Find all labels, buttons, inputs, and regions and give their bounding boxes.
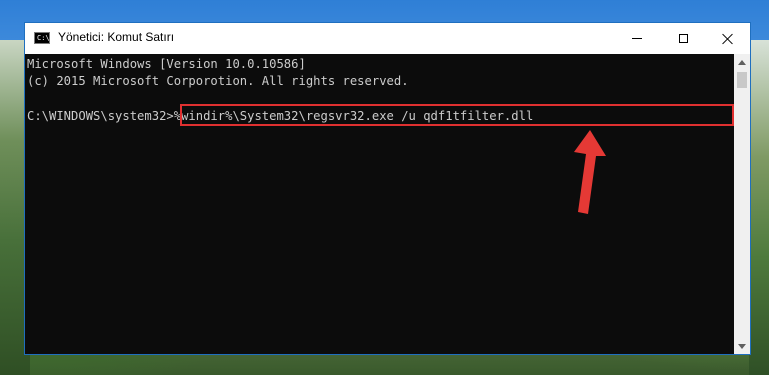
maximize-icon [678, 34, 688, 43]
console-line: (c) 2015 Microsoft Corporotion. All righ… [27, 74, 409, 88]
scroll-up-button[interactable] [734, 54, 750, 70]
command-highlight-box [180, 104, 734, 126]
scroll-down-button[interactable] [734, 338, 750, 354]
pointer-arrow-icon [574, 130, 606, 214]
cmd-icon-label: C:\ [37, 34, 50, 42]
vertical-scrollbar[interactable] [734, 54, 750, 354]
chevron-up-icon [738, 59, 746, 65]
console-output[interactable]: Microsoft Windows [Version 10.0.10586] (… [25, 54, 734, 354]
console-line: Microsoft Windows [Version 10.0.10586] [27, 57, 306, 71]
wallpaper-right [749, 40, 769, 375]
maximize-button[interactable] [660, 23, 706, 54]
close-icon [722, 33, 734, 45]
chevron-down-icon [738, 343, 746, 349]
minimize-button[interactable] [614, 23, 660, 54]
close-button[interactable] [705, 23, 751, 54]
scroll-thumb[interactable] [737, 72, 747, 88]
command-prompt-window: C:\ Yönetici: Komut Satırı Microsoft Win… [24, 22, 751, 355]
title-bar[interactable]: C:\ Yönetici: Komut Satırı [25, 23, 750, 54]
minimize-icon [632, 38, 642, 39]
cmd-icon[interactable]: C:\ [34, 32, 50, 44]
window-title: Yönetici: Komut Satırı [58, 30, 175, 44]
